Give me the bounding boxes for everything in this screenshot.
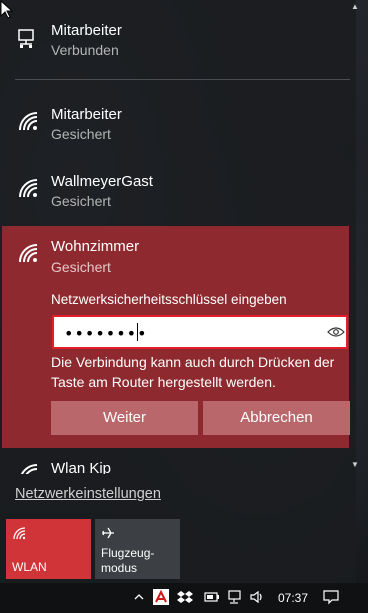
network-name: Wlan Kip bbox=[51, 460, 112, 474]
network-item-partial[interactable]: Wlan Kip bbox=[0, 460, 350, 474]
security-key-value: •••••••• bbox=[64, 324, 148, 343]
scrollbar[interactable]: ▲ ▼ bbox=[350, 0, 360, 472]
network-item-expanded[interactable]: Wohnzimmer Gesichert Netzwerksicherheits… bbox=[2, 226, 350, 448]
antivirus-icon[interactable] bbox=[153, 589, 169, 605]
network-settings-link[interactable]: Netzwerkeinstellungen bbox=[15, 486, 161, 502]
text-caret bbox=[137, 323, 138, 341]
cancel-button[interactable]: Abbrechen bbox=[203, 401, 350, 435]
ethernet-icon bbox=[18, 29, 34, 48]
wlan-toggle-tile[interactable]: WLAN bbox=[6, 519, 91, 579]
eye-icon[interactable] bbox=[327, 326, 345, 338]
network-item[interactable]: Mitarbeiter Gesichert bbox=[0, 106, 350, 172]
airplane-icon bbox=[102, 527, 114, 539]
network-status: Gesichert bbox=[51, 126, 111, 142]
network-name: Wohnzimmer bbox=[51, 238, 140, 255]
network-tray-icon[interactable] bbox=[227, 589, 243, 605]
network-status: Gesichert bbox=[51, 259, 111, 275]
battery-icon[interactable] bbox=[204, 589, 220, 605]
volume-icon[interactable] bbox=[249, 589, 265, 605]
wifi-icon bbox=[19, 179, 38, 198]
dropbox-icon[interactable] bbox=[177, 589, 193, 605]
airplane-tile-label-line2: modus bbox=[101, 561, 138, 575]
security-key-label: Netzwerksicherheitsschlüssel eingeben bbox=[51, 292, 287, 307]
airplane-mode-tile[interactable]: Flugzeug- modus bbox=[95, 519, 180, 579]
network-name: WallmeyerGast bbox=[51, 173, 153, 190]
security-key-input[interactable]: •••••••• bbox=[52, 315, 348, 349]
next-button[interactable]: Weiter bbox=[51, 401, 198, 435]
wifi-icon bbox=[13, 527, 26, 540]
divider bbox=[15, 79, 350, 80]
wifi-icon bbox=[19, 112, 38, 131]
network-name: Mitarbeiter bbox=[51, 106, 122, 123]
mouse-cursor-icon bbox=[0, 0, 14, 19]
chevron-up-icon[interactable] bbox=[133, 591, 145, 603]
scroll-down-arrow[interactable]: ▼ bbox=[350, 460, 360, 470]
scroll-up-arrow[interactable]: ▲ bbox=[350, 2, 360, 12]
airplane-tile-label-line1: Flugzeug- bbox=[101, 546, 155, 560]
wps-hint-text: Die Verbindung kann auch durch Drücken d… bbox=[51, 354, 335, 390]
taskbar: 07:37 bbox=[0, 583, 368, 613]
clock[interactable]: 07:37 bbox=[278, 591, 308, 605]
network-status: Gesichert bbox=[51, 193, 111, 209]
notification-icon[interactable] bbox=[323, 589, 339, 605]
wifi-icon bbox=[20, 464, 38, 474]
network-status: Verbunden bbox=[51, 42, 119, 58]
network-name: Mitarbeiter bbox=[51, 22, 122, 39]
wlan-tile-label: WLAN bbox=[12, 560, 47, 574]
network-flyout: ▲ ▼ Mitarbeiter Verbunden Mitarbeiter Ge… bbox=[0, 0, 359, 583]
wifi-icon bbox=[19, 244, 38, 263]
